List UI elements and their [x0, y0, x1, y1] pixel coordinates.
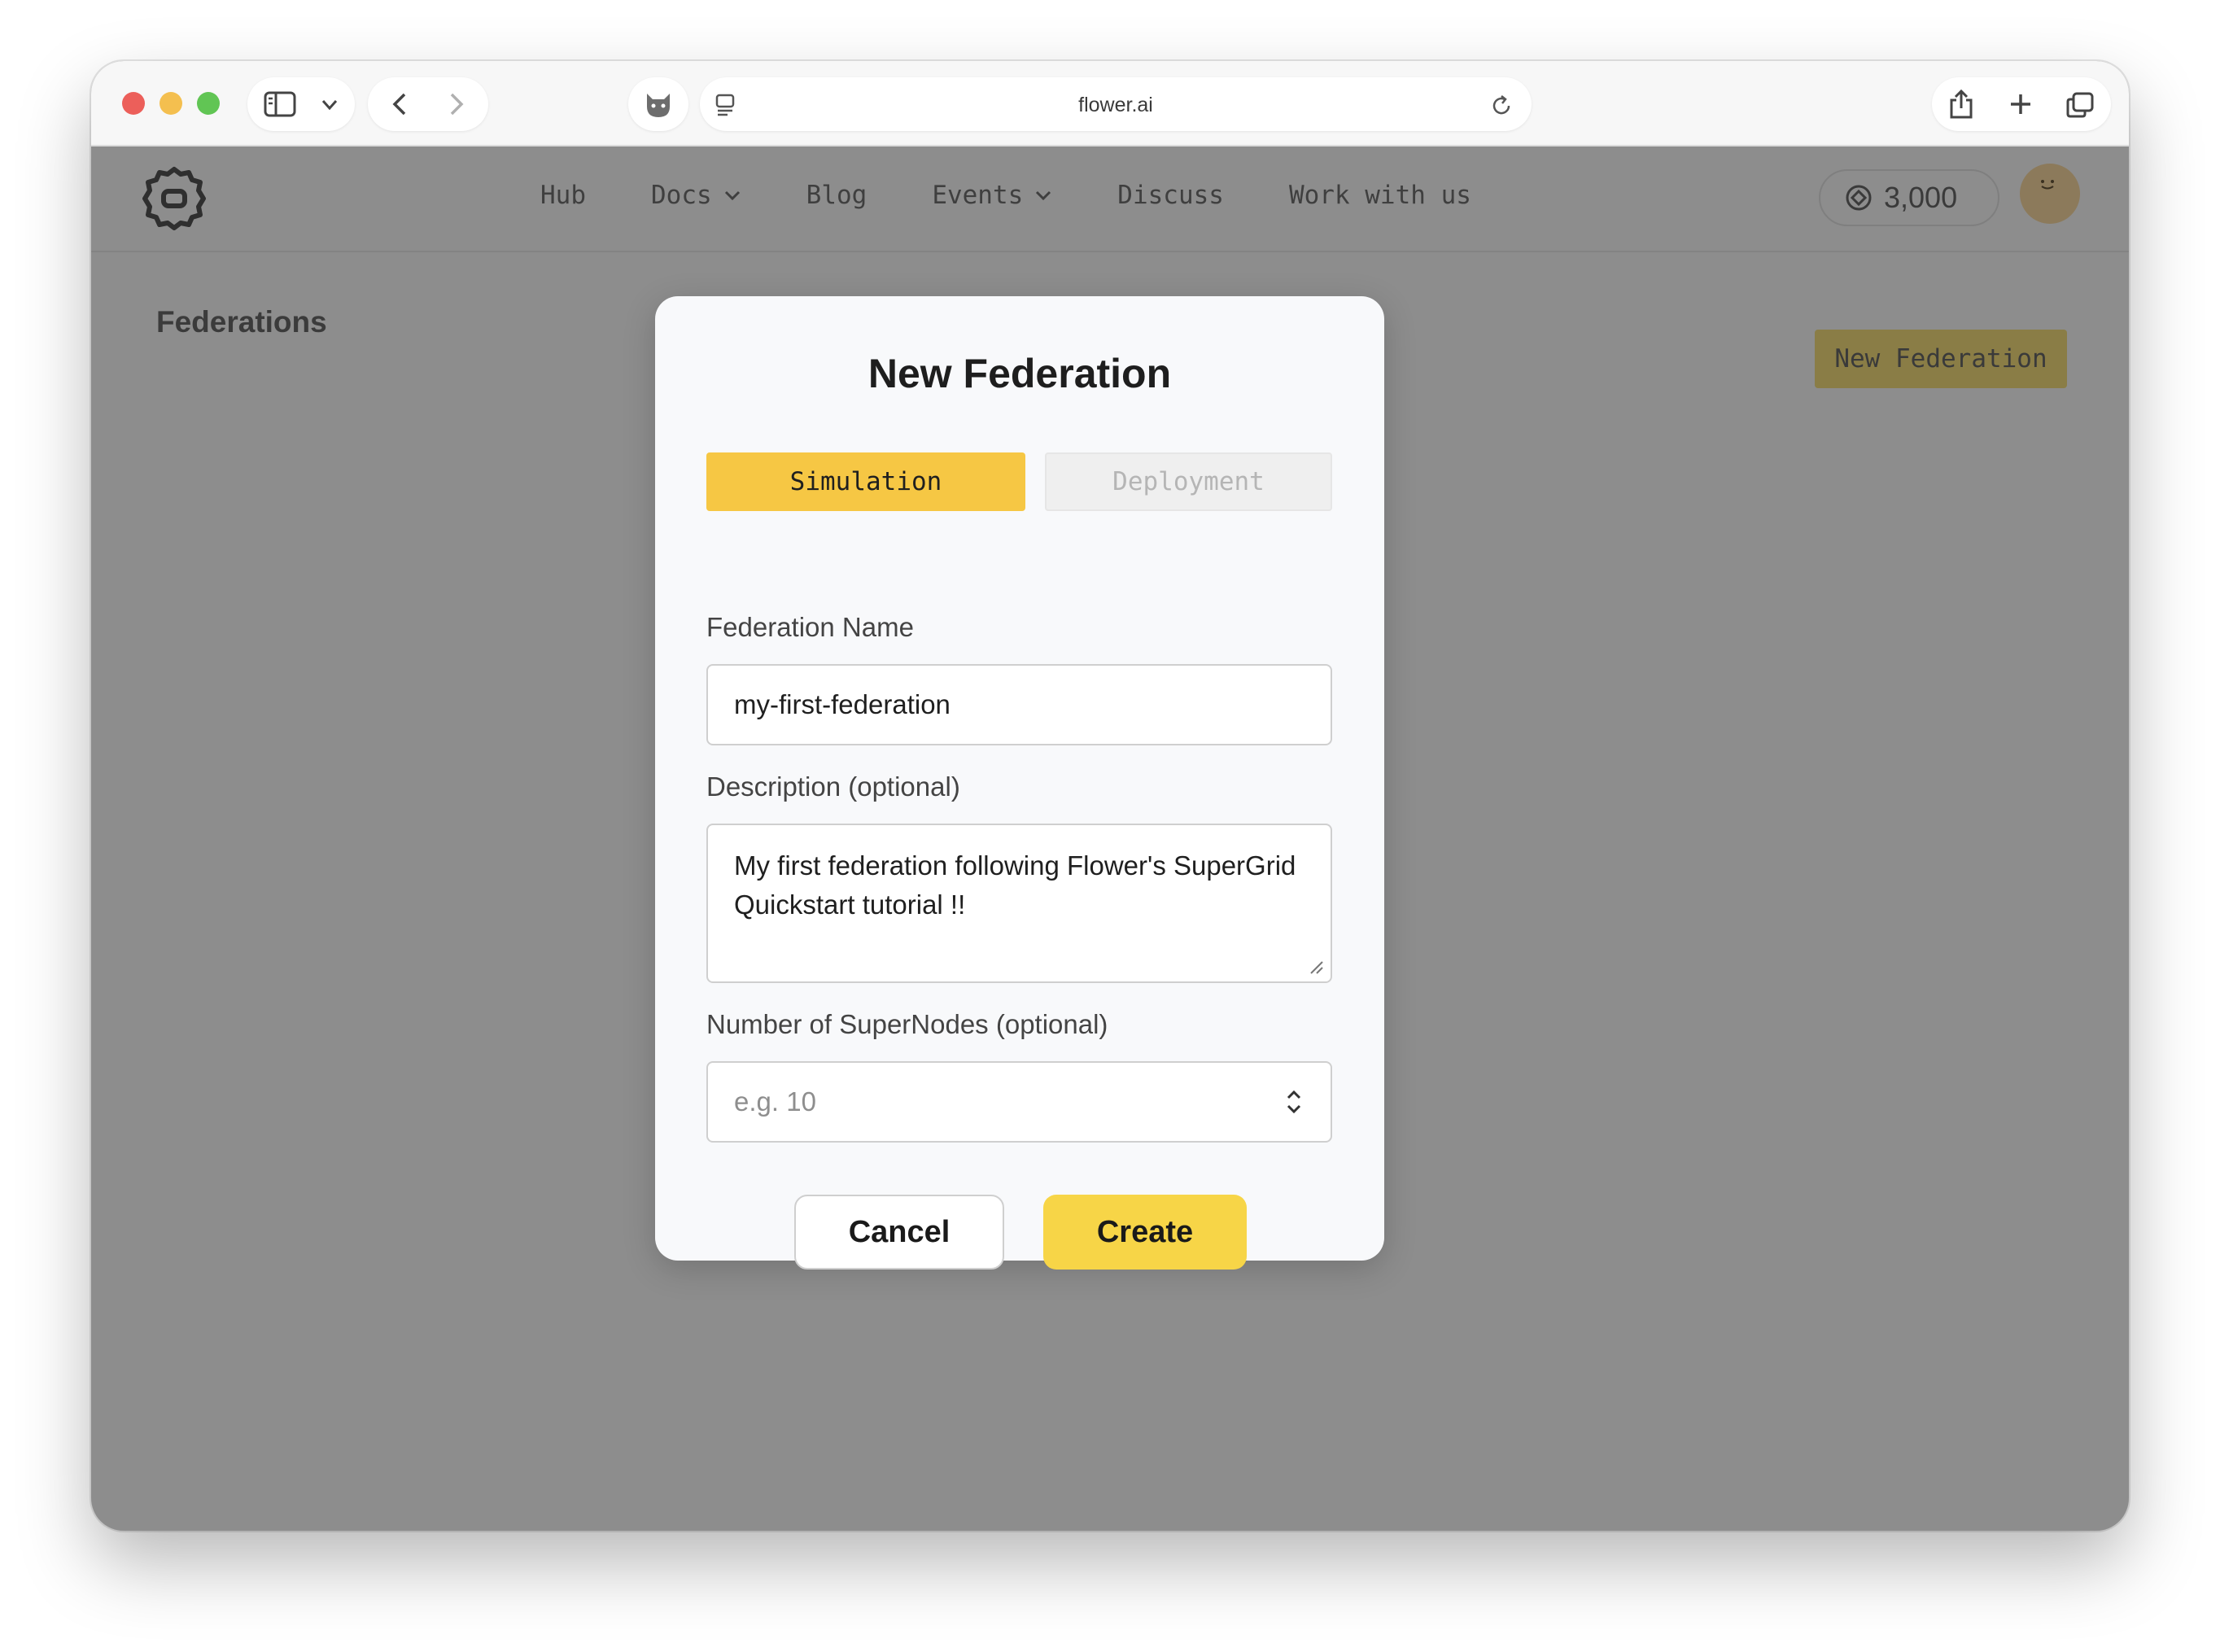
nav-item-blog[interactable]: Blog — [806, 181, 867, 210]
nav-item-label: Discuss — [1117, 181, 1224, 210]
dialog-title: New Federation — [867, 351, 1172, 396]
nav-arrows-group — [368, 77, 488, 131]
url-text: flower.ai — [1078, 94, 1153, 116]
window-actions-group — [1932, 77, 2111, 131]
tab-simulation[interactable]: Simulation — [706, 452, 1025, 511]
resize-handle-icon[interactable] — [1308, 959, 1324, 975]
new-tab-icon[interactable] — [2008, 92, 2033, 116]
create-button[interactable]: Create — [1043, 1195, 1247, 1270]
new-federation-dialog: New Federation Simulation Deployment Fed… — [655, 296, 1384, 1270]
nav-item-discuss[interactable]: Discuss — [1117, 181, 1224, 210]
new-federation-button[interactable]: New Federation — [1815, 330, 2067, 388]
number-stepper-icon[interactable] — [1285, 1087, 1303, 1117]
close-window-button[interactable] — [122, 92, 145, 115]
coin-icon — [1846, 185, 1872, 211]
sidebar-toggle-group[interactable] — [247, 77, 355, 131]
federation-name-value: my-first-federation — [734, 689, 950, 719]
chevron-down-icon — [724, 190, 740, 201]
tabs-overview-icon[interactable] — [2065, 91, 2095, 119]
smiley-face-icon — [2041, 180, 2054, 190]
extension-cat-icon[interactable] — [643, 90, 674, 120]
cancel-button[interactable]: Cancel — [794, 1195, 1004, 1270]
chevron-down-icon — [1036, 190, 1051, 201]
avatar[interactable] — [2020, 164, 2080, 224]
nav-item-label: Docs — [651, 181, 712, 210]
main-nav: Hub Docs Blog Events Discuss Work with u… — [540, 181, 1536, 210]
nav-item-label: Blog — [806, 181, 867, 210]
browser-toolbar: flower.ai — [91, 61, 2129, 146]
maximize-window-button[interactable] — [197, 92, 220, 115]
nav-item-docs[interactable]: Docs — [651, 181, 741, 210]
share-icon[interactable] — [1948, 89, 1974, 120]
reload-icon[interactable] — [1489, 94, 1514, 118]
flower-logo-icon[interactable] — [140, 164, 208, 233]
nav-item-work-with-us[interactable]: Work with us — [1289, 181, 1471, 210]
address-bar[interactable]: flower.ai — [700, 77, 1532, 131]
supernodes-placeholder: e.g. 10 — [734, 1086, 816, 1117]
chevron-down-icon[interactable] — [321, 98, 339, 111]
supernodes-number-input[interactable]: e.g. 10 — [706, 1061, 1332, 1143]
back-arrow-icon[interactable] — [391, 92, 409, 116]
credits-badge[interactable]: 3,000 — [1819, 169, 1999, 226]
nav-item-hub[interactable]: Hub — [540, 181, 586, 210]
extension-button[interactable] — [628, 77, 688, 131]
description-value: My first federation following Flower's S… — [734, 850, 1296, 920]
federation-name-label: Federation Name — [706, 612, 914, 642]
page-title: Federations — [156, 305, 327, 339]
supernodes-label: Number of SuperNodes (optional) — [706, 1009, 1108, 1039]
description-label: Description (optional) — [706, 771, 960, 802]
credits-amount: 3,000 — [1884, 181, 1958, 214]
nav-item-label: Hub — [540, 181, 586, 210]
nav-item-label: Work with us — [1288, 181, 1471, 210]
site-header: Hub Docs Blog Events Discuss Work with u… — [91, 146, 2129, 252]
minimize-window-button[interactable] — [160, 92, 182, 115]
nav-item-events[interactable]: Events — [932, 181, 1052, 210]
tab-deployment[interactable]: Deployment — [1045, 452, 1332, 511]
nav-item-label: Events — [932, 181, 1024, 210]
federation-name-input[interactable]: my-first-federation — [706, 664, 1332, 745]
sidebar-icon[interactable] — [264, 91, 296, 117]
forward-arrow-icon[interactable] — [448, 92, 465, 116]
description-textarea[interactable]: My first federation following Flower's S… — [706, 824, 1332, 983]
